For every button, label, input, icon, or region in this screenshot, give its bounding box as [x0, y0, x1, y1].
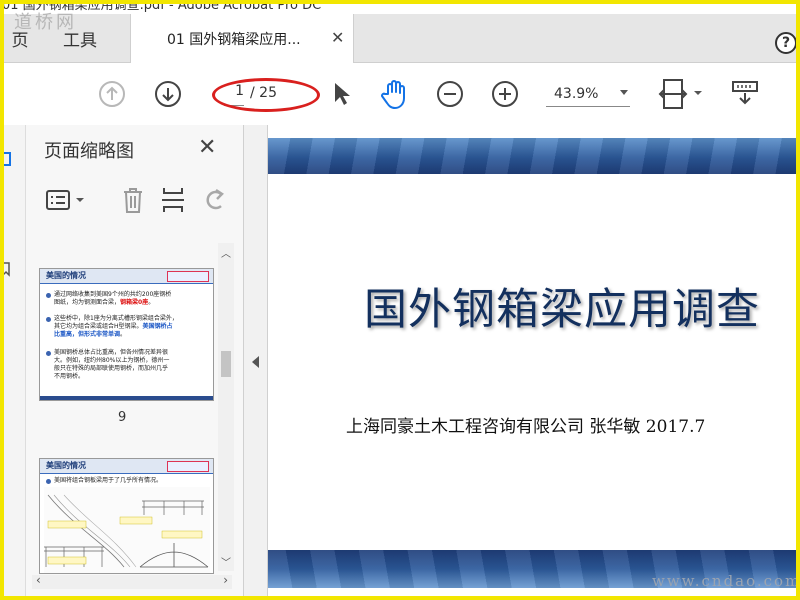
page-number-input[interactable]: 1: [224, 83, 244, 106]
tab-document[interactable]: 01 国外钢箱梁应用... ✕: [130, 14, 354, 63]
bullet-icon: [46, 479, 51, 484]
zoom-out-button[interactable]: [434, 63, 466, 125]
window-titlebar: 01 国外钢箱梁应用调查.pdf - Adobe Acrobat Pro DC: [0, 0, 800, 14]
plus-circle-icon: [492, 81, 518, 107]
page-thumbnails-nav-icon[interactable]: [2, 151, 12, 169]
select-tool-button[interactable]: [328, 63, 356, 125]
help-icon[interactable]: ?: [775, 32, 797, 54]
thumbnail-heading: 美国的情况: [46, 461, 86, 470]
next-page-button[interactable]: [152, 63, 184, 125]
thumbnail-line: 美国将组合钢板梁用于了几乎所有情况。: [54, 477, 163, 484]
bullet-icon: [46, 317, 51, 322]
zoom-dropdown[interactable]: 43.9%: [546, 84, 630, 107]
collapse-panel-button[interactable]: [244, 125, 268, 600]
scroll-mode-icon: [732, 81, 758, 105]
thumbnails-vertical-scrollbar[interactable]: ︿ ﹀: [218, 243, 234, 571]
options-menu-icon: [46, 190, 84, 210]
arrow-pointer-icon: [335, 83, 350, 105]
thumbnail-line: 这些桥中，除1座为分离式槽形钢梁组合梁外，: [54, 315, 178, 322]
navigation-strip: [0, 125, 26, 600]
rotate-page-button[interactable]: [198, 183, 232, 217]
slide-title: 国外钢箱梁应用调查: [364, 285, 760, 335]
extract-page-button[interactable]: [156, 183, 190, 217]
thumbnail-line: 图纸，均为钢测面合梁，钢箱梁0座。: [54, 299, 155, 306]
watermark-bottom: www.cndao.com: [652, 572, 800, 590]
tab-bar: 页 工具 01 国外钢箱梁应用... ✕ ?: [0, 14, 800, 63]
bullet-icon: [46, 351, 51, 356]
close-panel-icon[interactable]: ✕: [198, 135, 216, 160]
bookmarks-nav-icon[interactable]: [2, 261, 12, 277]
minus-circle-icon: [437, 81, 463, 107]
scroll-up-icon[interactable]: ︿: [221, 245, 231, 260]
document-view[interactable]: 国外钢箱梁应用调查 上海同豪土木工程咨询有限公司 张华敏 2017.7: [268, 125, 800, 600]
page-fit-button[interactable]: [656, 63, 706, 125]
page-extract-icon: [162, 188, 184, 212]
chevron-left-icon: [252, 356, 259, 368]
page-thumbnail-9[interactable]: 美国的情况 通过网络收集到美国9个州的共约200座钢桥 图纸，均为钢测面合梁，钢…: [39, 268, 214, 401]
thumbnail-heading: 美国的情况: [46, 271, 86, 280]
fit-page-icon: [658, 79, 702, 109]
previous-page-button[interactable]: [96, 63, 128, 125]
thumbnail-line: 不用钢桥。: [54, 373, 85, 380]
thumbnails-horizontal-scrollbar[interactable]: ‹ ›: [32, 573, 232, 589]
toolbar: 1 / 25 43.9%: [0, 63, 800, 126]
thumbnail-options-button[interactable]: [44, 183, 88, 217]
arrow-up-circle-icon: [99, 81, 125, 107]
zoom-in-button[interactable]: [489, 63, 521, 125]
hand-icon: [381, 80, 405, 109]
thumbnail-logo: [167, 271, 209, 282]
page-thumbnail-10[interactable]: 美国的情况 美国将组合钢板梁用于了几乎所有情况。: [39, 458, 214, 574]
thumbnail-page-number: 9: [118, 410, 127, 425]
slide-subtitle: 上海同豪土木工程咨询有限公司 张华敏 2017.7: [346, 417, 706, 437]
thumbnail-line: 大。例如，纽约州80%以上为钢桥，德州一: [54, 357, 170, 364]
hand-tool-button[interactable]: [378, 63, 412, 125]
thumbnail-footer-band: [40, 396, 213, 400]
watermark-top: 道桥网: [14, 12, 77, 33]
scroll-right-icon[interactable]: ›: [223, 573, 228, 587]
close-tab-icon[interactable]: ✕: [331, 28, 344, 47]
scroll-mode-button[interactable]: [728, 63, 762, 125]
arrow-down-circle-icon: [155, 81, 181, 107]
slide-top-band: [268, 138, 800, 174]
rotate-icon: [206, 188, 224, 210]
delete-page-button[interactable]: [116, 183, 150, 217]
thumbnail-line: 其它均为组合梁或组合H型钢梁。美国钢桥占: [54, 323, 173, 330]
panel-title: 页面缩略图: [44, 141, 134, 162]
chevron-down-icon: [620, 90, 628, 95]
trash-icon: [124, 188, 142, 213]
zoom-value: 43.9%: [554, 86, 599, 102]
thumbnail-line: 美国钢桥总体占比重高，但各州情况差异很: [54, 349, 169, 356]
scrollbar-thumb[interactable]: [221, 351, 231, 377]
bullet-icon: [46, 293, 51, 298]
thumbnail-line: 比重高，但形式非常单调。: [54, 331, 127, 338]
tab-document-label: 01 国外钢箱梁应用...: [167, 32, 301, 48]
bridge-drawings-image: [44, 487, 210, 573]
thumbnail-logo: [167, 461, 209, 472]
thumbnail-line: 般只在特殊的局部联使用钢桥，而加州几乎: [54, 365, 169, 372]
scroll-left-icon[interactable]: ‹: [36, 573, 41, 587]
scroll-down-icon[interactable]: ﹀: [221, 554, 231, 569]
thumbnail-line: 通过网络收集到美国9个州的共约200座钢桥: [54, 291, 172, 298]
page-total: / 25: [250, 85, 277, 101]
